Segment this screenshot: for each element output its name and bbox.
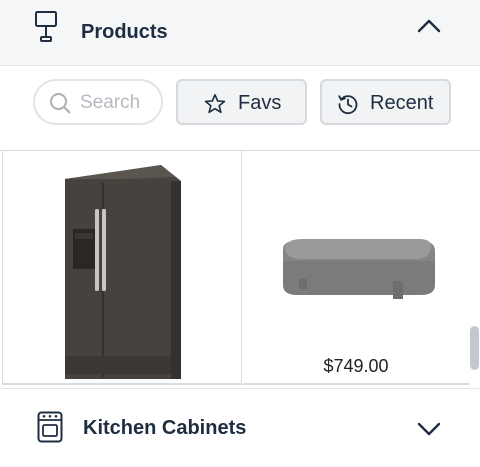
product-grid: $749.00 [0,150,480,388]
recent-button[interactable]: Recent [320,79,451,125]
favs-label: Favs [238,92,282,114]
scrollbar-thumb[interactable] [470,326,479,370]
kitchen-cabinets-section-title: Kitchen Cabinets [83,416,247,439]
chevron-down-icon[interactable] [416,420,442,438]
products-section-header[interactable]: Products [0,0,480,66]
search-field[interactable] [33,79,163,125]
favs-button[interactable]: Favs [176,79,307,125]
oven-icon [37,411,63,443]
chevron-up-icon[interactable] [416,16,442,34]
star-icon [204,93,226,114]
search-icon [50,93,71,114]
ottoman-image [283,239,435,299]
history-icon [338,95,358,115]
kitchen-cabinets-section-header[interactable]: Kitchen Cabinets [0,388,480,467]
lamp-icon [35,11,57,42]
product-tile[interactable]: $749.00 [243,151,469,385]
product-tile[interactable] [2,151,242,385]
product-price: $749.00 [323,356,389,376]
refrigerator-image [65,165,181,379]
filter-bar: Favs Recent [0,67,480,150]
search-input[interactable] [80,91,158,115]
recent-label: Recent [370,92,434,114]
products-section-title: Products [81,21,168,43]
